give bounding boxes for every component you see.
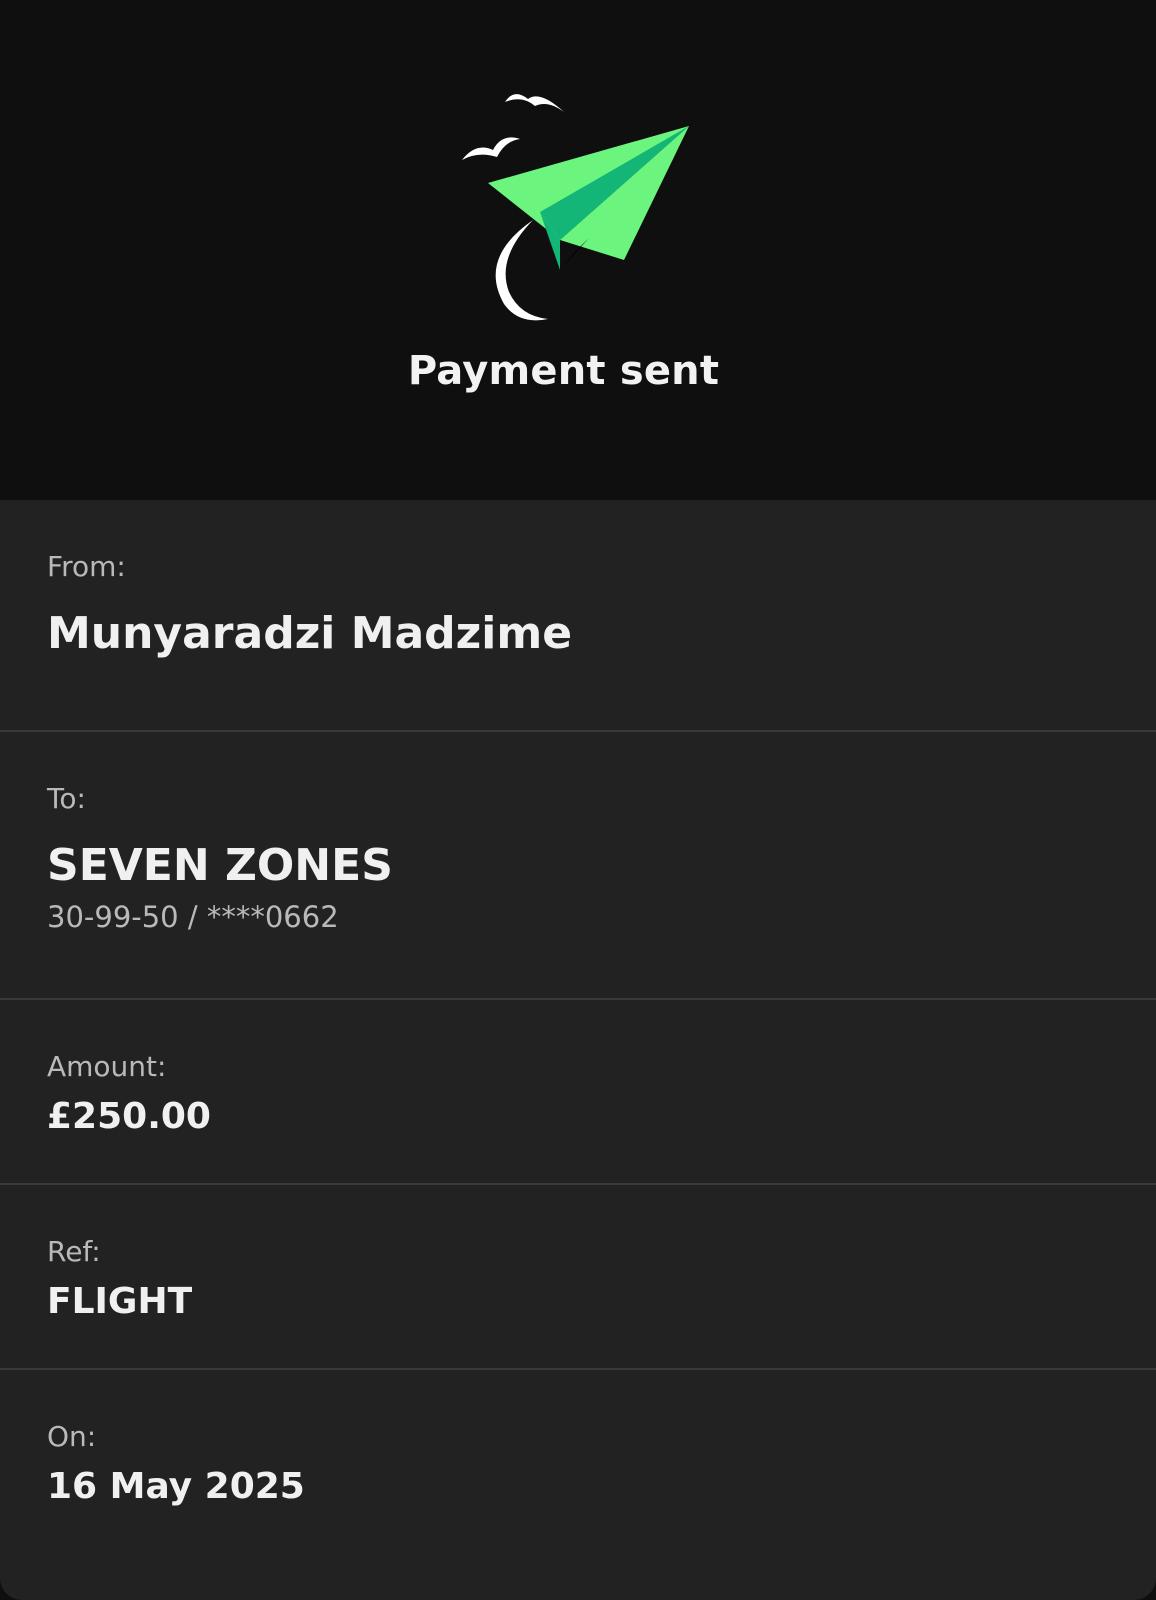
page-title: Payment sent [407, 348, 720, 394]
from-value: Munyaradzi Madzime [47, 608, 573, 659]
payment-confirmation-screen: Payment sent From: Munyaradzi Madzime To… [0, 0, 1156, 1600]
date-value: 16 May 2025 [47, 1466, 305, 1507]
to-label: To: [47, 782, 86, 815]
ref-label: Ref: [47, 1235, 101, 1268]
date-label: On: [47, 1420, 97, 1453]
amount-value: £250.00 [47, 1096, 211, 1137]
paper-plane-icon [462, 94, 689, 321]
confirmation-header: Payment sent [0, 0, 1156, 500]
date-section: On: 16 May 2025 [0, 1370, 1156, 1600]
to-value: SEVEN ZONES [47, 840, 393, 891]
to-section: To: SEVEN ZONES 30-99-50 / ****0662 [0, 732, 1156, 1000]
from-section: From: Munyaradzi Madzime [0, 500, 1156, 732]
ref-section: Ref: FLIGHT [0, 1185, 1156, 1370]
account-details: 30-99-50 / ****0662 [47, 900, 339, 934]
amount-label: Amount: [47, 1050, 167, 1083]
ref-value: FLIGHT [47, 1281, 193, 1322]
payment-details-card: From: Munyaradzi Madzime To: SEVEN ZONES… [0, 500, 1156, 1600]
from-label: From: [47, 550, 126, 583]
amount-section: Amount: £250.00 [0, 1000, 1156, 1185]
